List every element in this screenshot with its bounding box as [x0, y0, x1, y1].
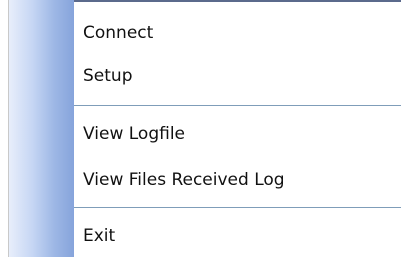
menu-item-view-logfile[interactable]: View Logfile	[74, 114, 401, 154]
menu-icon-gutter	[9, 0, 74, 257]
menu-item-exit[interactable]: Exit	[74, 216, 401, 256]
menu-item-view-files-received-log[interactable]: View Files Received Log	[74, 160, 401, 200]
menu-item-connect[interactable]: Connect	[74, 13, 401, 53]
menu-item-setup[interactable]: Setup	[74, 56, 401, 96]
menu-item-label: Setup	[83, 66, 133, 86]
menu-separator	[74, 207, 401, 208]
menu-left-frame	[0, 0, 9, 257]
menu-item-label: Exit	[83, 226, 116, 246]
menu-item-label: View Files Received Log	[83, 170, 285, 190]
menu-item-label: View Logfile	[83, 124, 185, 144]
menu-item-label: Connect	[83, 23, 154, 43]
context-menu: Connect Setup View Logfile View Files Re…	[0, 0, 401, 257]
menu-top-border	[74, 0, 401, 2]
menu-separator	[74, 105, 401, 106]
